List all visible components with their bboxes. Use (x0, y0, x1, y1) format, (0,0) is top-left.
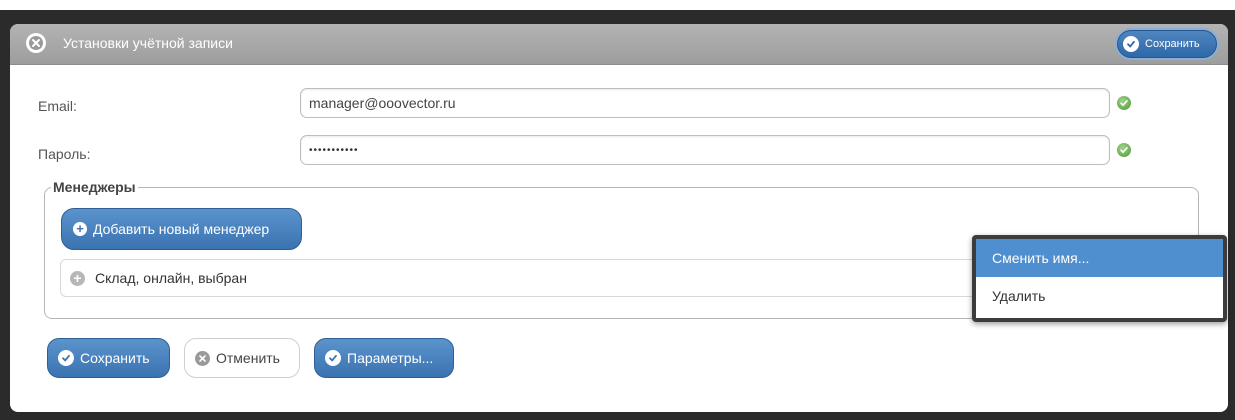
cancel-button[interactable]: Отменить (184, 338, 300, 378)
params-button[interactable]: Параметры... (314, 338, 454, 378)
email-field[interactable]: manager@ooovector.ru (300, 88, 1110, 118)
password-label: Пароль: (38, 146, 91, 162)
cancel-label: Отменить (216, 350, 280, 366)
titlebar-save-button[interactable]: Сохранить (1117, 30, 1217, 58)
add-manager-label: Добавить новый менеджер (93, 221, 270, 237)
password-value: ••••••••••• (309, 144, 359, 156)
password-valid-icon (1117, 143, 1131, 157)
params-label: Параметры... (347, 350, 434, 366)
password-field[interactable]: ••••••••••• (300, 135, 1110, 165)
x-circle-icon (195, 350, 210, 366)
top-strip (0, 0, 1235, 10)
close-icon[interactable] (26, 33, 46, 53)
managers-legend: Менеджеры (53, 179, 136, 195)
manager-row-label: Склад, онлайн, выбран (95, 270, 247, 286)
window-title: Установки учётной записи (63, 35, 233, 51)
titlebar-save-label: Сохранить (1145, 38, 1200, 50)
expand-plus-icon[interactable]: + (70, 270, 85, 286)
check-icon (1123, 36, 1139, 52)
check-icon (325, 350, 341, 366)
menu-item-delete[interactable]: Удалить (976, 277, 1223, 315)
save-label: Сохранить (80, 350, 150, 366)
email-value: manager@ooovector.ru (309, 95, 456, 111)
add-manager-button[interactable]: + Добавить новый менеджер (61, 208, 302, 250)
plus-icon: + (73, 222, 87, 236)
account-settings-window: Установки учётной записи Сохранить Email… (10, 24, 1228, 412)
titlebar: Установки учётной записи Сохранить (10, 24, 1228, 65)
check-icon (58, 350, 74, 366)
context-menu: Сменить имя... Удалить (972, 235, 1227, 322)
save-button[interactable]: Сохранить (47, 338, 170, 378)
email-valid-icon (1117, 96, 1131, 110)
email-label: Email: (38, 98, 77, 114)
menu-item-rename[interactable]: Сменить имя... (976, 239, 1223, 277)
